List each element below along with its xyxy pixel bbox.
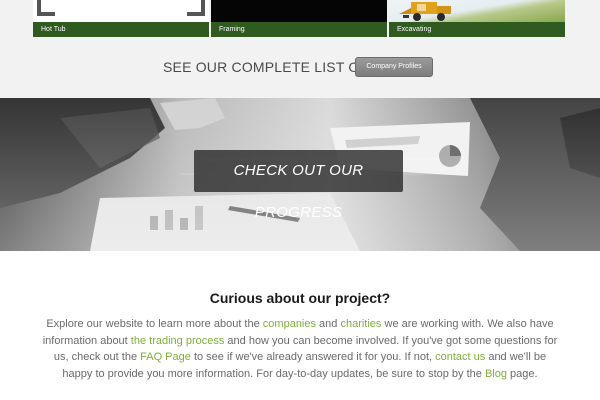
frame-corner-left-icon: [37, 0, 55, 16]
info-text: Explore our website to learn more about …: [46, 318, 263, 330]
gallery-tile-excavating[interactable]: Excavating: [389, 0, 565, 37]
excavator-icon: [399, 2, 451, 21]
gallery-band: Hot Tub Framing Excavating SEE OUR COMPL…: [0, 0, 600, 98]
contact-us-link[interactable]: contact us: [435, 351, 485, 363]
gallery-tile-hot-tub[interactable]: Hot Tub: [33, 0, 209, 37]
complete-list-text: SEE OUR COMPLETE LIST OF: [163, 59, 369, 75]
companies-link[interactable]: companies: [263, 318, 316, 330]
curious-title: Curious about our project?: [209, 290, 391, 306]
company-profiles-button[interactable]: Company Profiles: [355, 57, 433, 77]
info-text: to see if we've already answered it for …: [190, 351, 436, 363]
charities-link[interactable]: charities: [340, 318, 381, 330]
trading-process-link[interactable]: the trading process: [131, 335, 225, 347]
info-paragraph: Explore our website to learn more about …: [40, 316, 560, 382]
gallery-tile-framing[interactable]: Framing: [211, 0, 387, 37]
framing-thumbnail: [211, 0, 387, 22]
faq-page-link[interactable]: FAQ Page: [140, 351, 191, 363]
complete-list-row: SEE OUR COMPLETE LIST OF Company Profile…: [0, 57, 600, 77]
blog-link[interactable]: Blog: [485, 368, 507, 380]
hot-tub-thumbnail: [33, 0, 209, 22]
tile-caption: Hot Tub: [33, 22, 209, 37]
hero-banner: CHECK OUT OUR PROGRESS: [0, 98, 600, 251]
tile-caption: Excavating: [389, 22, 565, 37]
excavating-thumbnail: [389, 0, 565, 22]
check-progress-button[interactable]: CHECK OUT OUR PROGRESS: [194, 150, 403, 221]
frame-corner-right-icon: [187, 0, 205, 16]
info-text: and: [316, 318, 341, 330]
info-text: page.: [506, 367, 538, 380]
tile-caption: Framing: [211, 22, 387, 37]
